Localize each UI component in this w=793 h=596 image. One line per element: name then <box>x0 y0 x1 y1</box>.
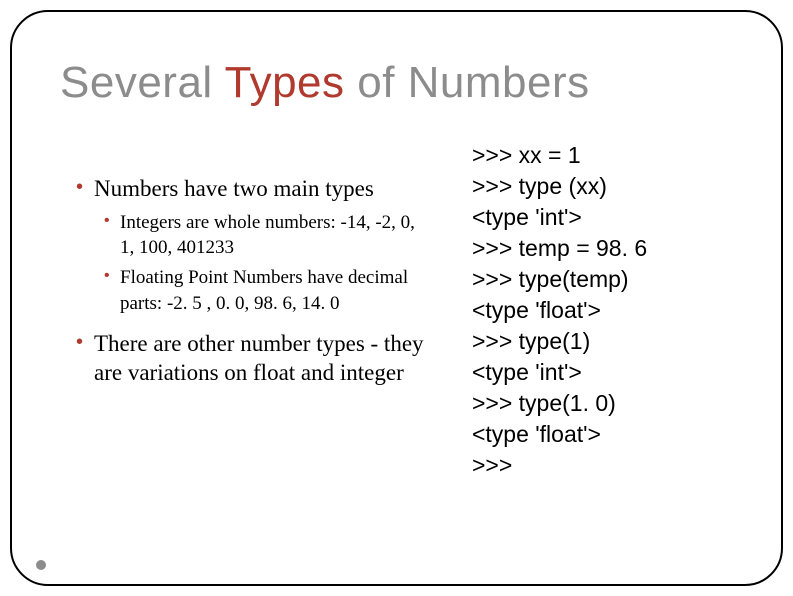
title-pre: Several <box>60 58 225 107</box>
slide-title: Several Types of Numbers <box>60 58 590 108</box>
sublist: Integers are whole numbers: -14, -2, 0, … <box>100 210 462 317</box>
code-line-9: >>> type(1. 0) <box>472 388 730 419</box>
left-column: Numbers have two main types Integers are… <box>70 175 472 482</box>
bullet-sub-2: Floating Point Numbers have decimal part… <box>100 265 430 316</box>
code-line-1: >>> xx = 1 <box>472 140 730 171</box>
code-line-7: >>> type(1) <box>472 326 730 357</box>
bullet-sub-1: Integers are whole numbers: -14, -2, 0, … <box>100 210 430 261</box>
code-block: >>> xx = 1 >>> type (xx) <type 'int'> >>… <box>472 140 730 482</box>
title-accent: Types <box>225 58 345 107</box>
code-line-2: >>> type (xx) <box>472 171 730 202</box>
code-line-6: <type 'float'> <box>472 295 730 326</box>
code-line-10: <type 'float'> <box>472 419 730 450</box>
slide: Several Types of Numbers Numbers have tw… <box>0 0 793 596</box>
code-line-3: <type 'int'> <box>472 202 730 233</box>
content-area: Numbers have two main types Integers are… <box>70 175 730 482</box>
corner-dot-icon <box>36 560 46 570</box>
title-post: of Numbers <box>345 58 590 107</box>
bullet-main-2: There are other number types - they are … <box>70 330 430 388</box>
code-line-4: >>> temp = 98. 6 <box>472 233 730 264</box>
code-line-5: >>> type(temp) <box>472 264 730 295</box>
code-line-8: <type 'int'> <box>472 357 730 388</box>
bullet-main-1: Numbers have two main types <box>70 175 462 204</box>
code-line-11: >>> <box>472 450 730 481</box>
